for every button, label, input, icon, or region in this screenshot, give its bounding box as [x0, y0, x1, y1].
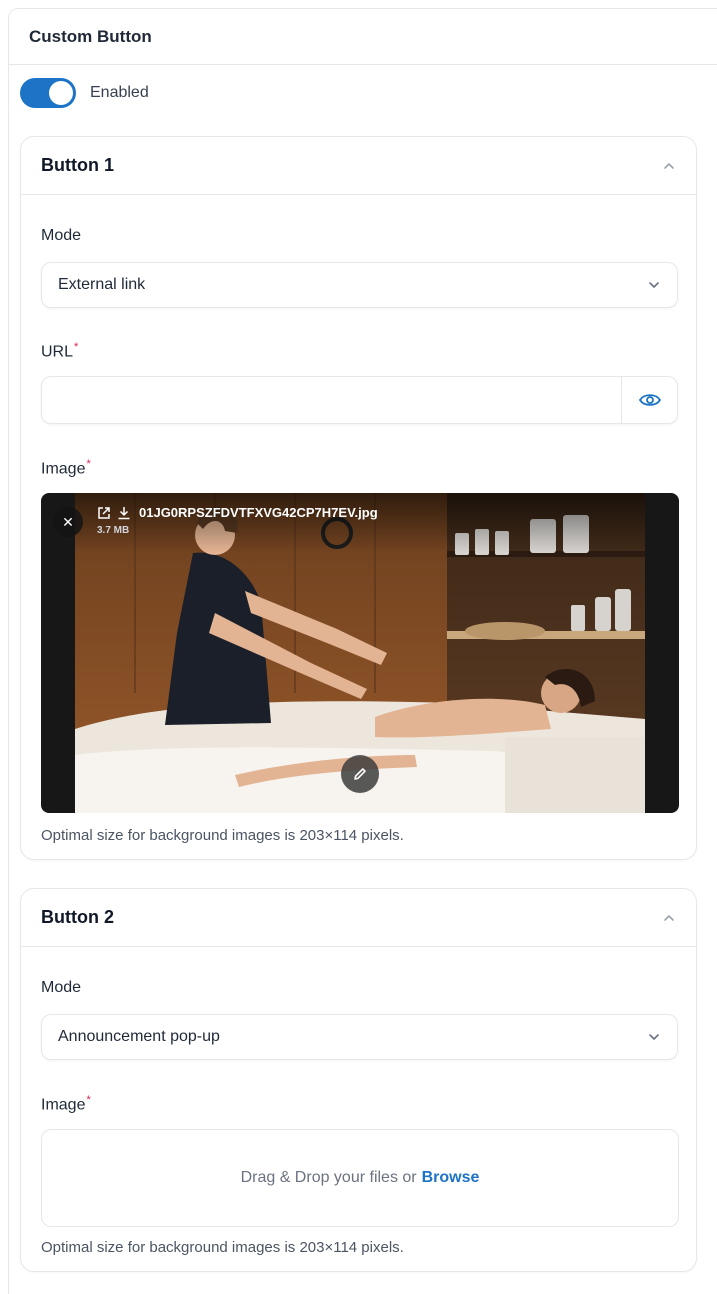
image-size-hint: Optimal size for background images is 20…: [41, 1239, 404, 1256]
button-1-header[interactable]: Button 1: [21, 137, 696, 195]
mode-select-value: External link: [58, 276, 146, 293]
enabled-label: Enabled: [90, 84, 149, 101]
button-1-card: Button 1 Mode External link URL* Image*: [20, 136, 697, 860]
button-2-header[interactable]: Button 2: [21, 889, 696, 947]
dropzone-text: Drag & Drop your files or: [240, 1169, 417, 1186]
toggle-knob: [49, 81, 73, 105]
enabled-toggle[interactable]: [20, 78, 76, 108]
download-icon[interactable]: [117, 506, 131, 520]
image-label: Image*: [41, 458, 91, 478]
required-mark: *: [86, 458, 91, 470]
required-mark: *: [86, 1094, 91, 1106]
url-label: URL*: [41, 341, 79, 361]
mode-select-value: Announcement pop-up: [58, 1028, 220, 1045]
file-actions: 01JG0RPSZFDVTFXVG42CP7H7EV.jpg: [97, 505, 378, 520]
file-size: 3.7 MB: [97, 525, 130, 536]
mode-label: Mode: [41, 979, 82, 996]
image-dropzone[interactable]: Drag & Drop your files or Browse: [41, 1129, 679, 1227]
mode-label: Mode: [41, 227, 82, 244]
chevron-up-icon[interactable]: [662, 911, 676, 925]
preview-url-button[interactable]: [621, 377, 677, 423]
button-1-title: Button 1: [41, 155, 114, 175]
image-size-hint: Optimal size for background images is 20…: [41, 827, 404, 844]
browse-link[interactable]: Browse: [422, 1169, 480, 1187]
image-header-overlay: [75, 493, 645, 553]
pencil-icon: [354, 768, 366, 780]
open-external-icon[interactable]: [97, 506, 111, 520]
chevron-down-icon: [649, 1034, 659, 1040]
enabled-toggle-row: Enabled: [20, 78, 149, 108]
remove-image-button[interactable]: ✕: [53, 507, 83, 537]
image-label: Image*: [41, 1094, 91, 1114]
mode-select[interactable]: External link: [41, 262, 678, 308]
edit-image-button[interactable]: [341, 755, 379, 793]
file-name: 01JG0RPSZFDVTFXVG42CP7H7EV.jpg: [139, 505, 378, 520]
chevron-down-icon: [649, 282, 659, 288]
chevron-up-icon[interactable]: [662, 159, 676, 173]
uploaded-image-preview[interactable]: ✕ 01JG0RPSZFDVTFXVG42CP7H7EV.jpg 3.7 MB: [41, 493, 679, 813]
button-2-title: Button 2: [41, 907, 114, 927]
required-mark: *: [74, 341, 79, 353]
eye-icon: [638, 394, 661, 406]
url-input[interactable]: [41, 376, 678, 424]
button-2-card: Button 2 Mode Announcement pop-up Image*…: [20, 888, 697, 1272]
panel-title: Custom Button: [9, 9, 717, 65]
mode-select[interactable]: Announcement pop-up: [41, 1014, 678, 1060]
